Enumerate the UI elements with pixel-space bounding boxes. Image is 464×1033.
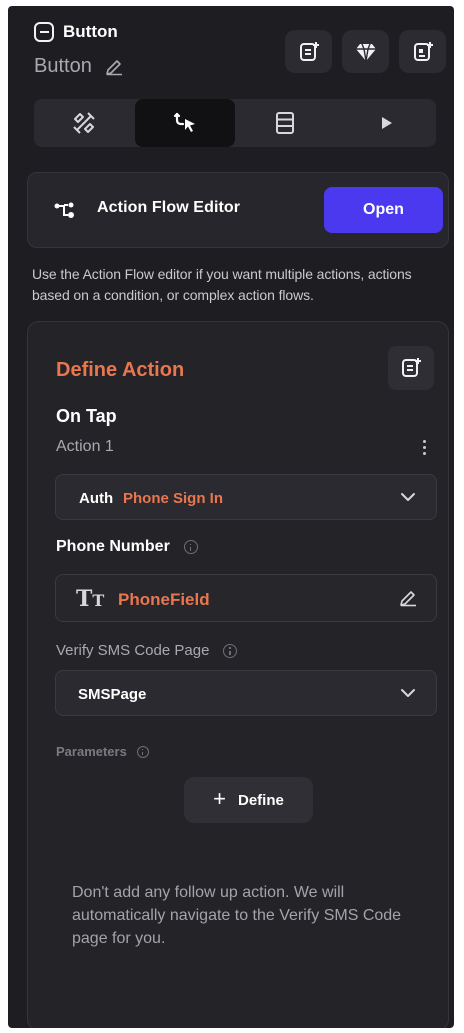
sms-page-value: SMSPage	[78, 686, 147, 703]
parameters-label: Parameters	[56, 744, 127, 759]
actions-icon	[173, 112, 195, 132]
follow-up-note: Don't add any follow up action. We will …	[72, 884, 402, 947]
more-options-icon[interactable]	[421, 438, 428, 457]
action-flow-help: Use the Action Flow editor if you want m…	[32, 266, 412, 303]
define-action-title: Define Action	[56, 359, 185, 381]
phone-number-label: Phone Number	[56, 538, 170, 555]
backend-query-icon	[276, 112, 295, 134]
tab-actions[interactable]	[134, 99, 235, 147]
widget-name: Button	[34, 55, 92, 77]
text-type-icon: TT	[76, 586, 105, 612]
phone-field-value: PhoneField	[118, 590, 210, 609]
document-add-icon	[299, 41, 319, 61]
widget-header: Button	[34, 22, 118, 42]
action-flow-title: Action Flow Editor	[97, 199, 241, 216]
properties-icon	[73, 112, 95, 134]
flow-icon	[54, 202, 74, 218]
action-label: Action 1	[56, 438, 114, 455]
pencil-icon[interactable]	[398, 588, 418, 608]
action-type-value: Phone Sign In	[123, 490, 223, 507]
widget-type: Button	[63, 22, 118, 41]
widget-name-row[interactable]: Button	[34, 55, 124, 78]
info-icon[interactable]	[136, 745, 149, 758]
action-category: Auth	[79, 490, 114, 507]
info-icon[interactable]	[223, 643, 238, 658]
define-label: Define	[238, 791, 284, 809]
tab-properties[interactable]	[34, 99, 135, 147]
phone-number-label-row: Phone Number	[56, 538, 198, 556]
play-icon	[381, 117, 392, 129]
plus-icon: +	[213, 786, 226, 811]
chevron-down-icon	[401, 689, 415, 697]
define-parameters-button[interactable]: + Define	[184, 777, 313, 823]
pencil-icon[interactable]	[104, 57, 124, 77]
action-flow-card: Action Flow Editor Open	[27, 172, 449, 248]
diamond-icon	[355, 43, 376, 61]
component-add-icon	[413, 41, 433, 61]
sms-page-label-row: Verify SMS Code Page	[56, 642, 238, 659]
component-add-button[interactable]	[399, 30, 446, 73]
tab-preview[interactable]	[336, 99, 437, 147]
panel-tabs	[34, 99, 436, 147]
sms-page-label: Verify SMS Code Page	[56, 642, 210, 659]
action-type-select[interactable]: Auth Phone Sign In	[55, 474, 437, 520]
define-action-card: Define Action On Tap Action 1 Auth Phone…	[27, 321, 449, 1028]
header-actions	[285, 30, 446, 73]
parameters-label-row: Parameters	[56, 744, 149, 759]
phone-number-field[interactable]: TT PhoneField	[55, 574, 437, 622]
document-add-icon	[402, 358, 421, 377]
document-add-button[interactable]	[285, 30, 332, 73]
info-icon[interactable]	[183, 540, 198, 554]
chevron-down-icon	[401, 493, 415, 501]
open-button[interactable]: Open	[324, 187, 443, 233]
trigger-label: On Tap	[56, 406, 117, 426]
tab-backend-query[interactable]	[235, 99, 336, 147]
button-widget-icon	[34, 22, 54, 42]
properties-panel: Button Button Action Flow Editor Open Us…	[8, 6, 454, 1028]
diamond-button[interactable]	[342, 30, 389, 73]
sms-page-select[interactable]: SMSPage	[55, 670, 437, 716]
action-docs-button[interactable]	[388, 346, 434, 390]
